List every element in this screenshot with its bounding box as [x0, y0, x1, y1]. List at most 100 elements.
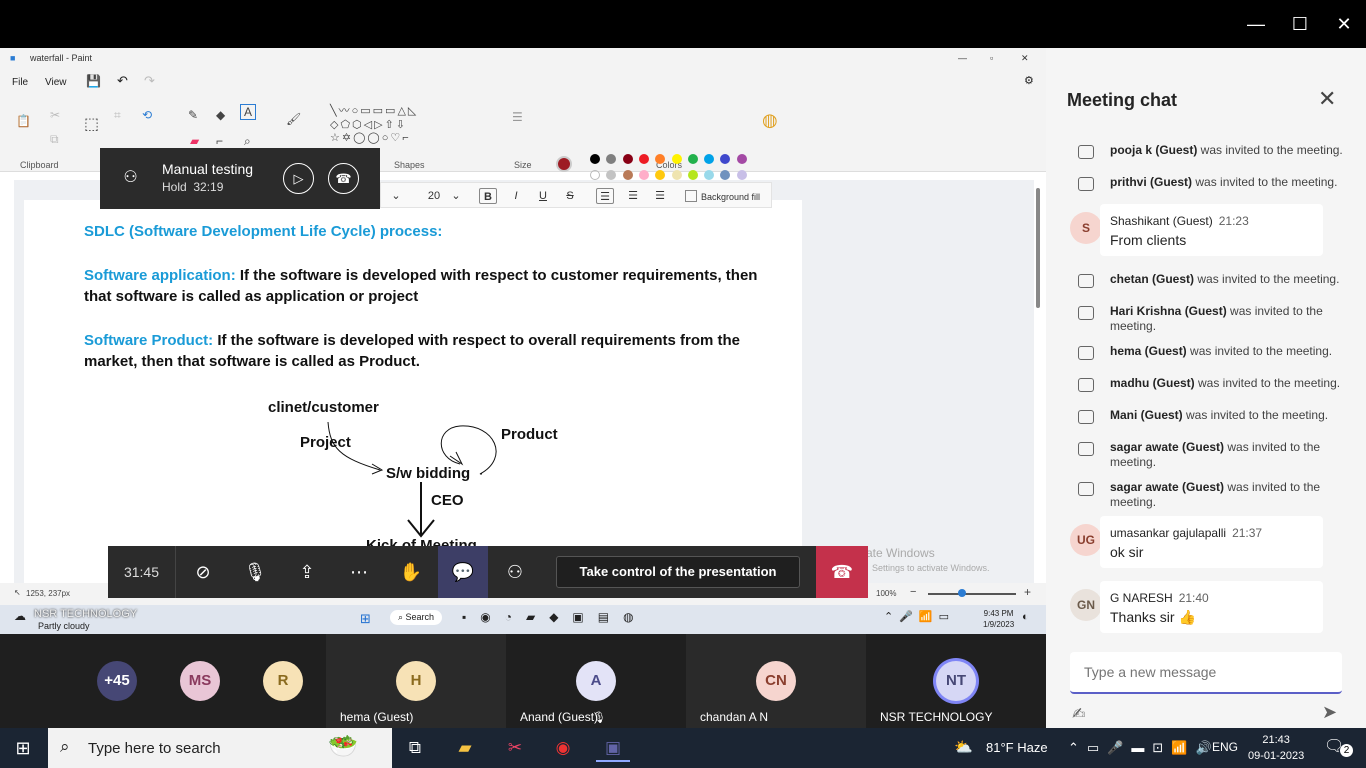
color-swatch[interactable]	[687, 154, 698, 164]
align-left-icon[interactable]: ☰	[596, 188, 614, 204]
more-options-icon[interactable]: ⋯	[334, 546, 384, 598]
primary-color-swatch[interactable]	[556, 156, 572, 172]
paste-icon[interactable]: 📋	[16, 114, 31, 128]
color-swatch[interactable]	[704, 154, 715, 164]
language-indicator[interactable]: ENG	[1212, 740, 1238, 754]
color-swatch[interactable]	[622, 170, 633, 180]
task-view-icon[interactable]: ⧉	[398, 734, 432, 762]
crop-icon[interactable]: ⌗	[114, 108, 121, 123]
align-right-icon[interactable]: ☰	[651, 188, 669, 204]
resume-icon[interactable]: ▷	[283, 163, 314, 194]
paint-close-button[interactable]: ✕	[1021, 53, 1029, 64]
zoom-slider-thumb[interactable]	[958, 589, 966, 597]
chrome-icon[interactable]: ◉	[546, 734, 580, 762]
menu-file[interactable]: File	[12, 77, 28, 88]
end-hold-call-icon[interactable]: ☎	[328, 163, 359, 194]
eraser-icon[interactable]: ▰	[190, 134, 199, 148]
mic-off-icon[interactable]: 🎙	[230, 546, 280, 598]
taskbar-clock[interactable]: 21:43 09-01-2023	[1248, 732, 1304, 764]
snipping-tool-icon[interactable]: ✂	[498, 734, 532, 762]
color-swatch[interactable]	[720, 154, 731, 164]
participant-tile[interactable]: R	[253, 634, 313, 728]
close-button[interactable]: ✕	[1329, 10, 1359, 38]
windows-start-icon[interactable]: ⊞	[6, 734, 40, 762]
remote-start-icon[interactable]: ⊞	[360, 611, 371, 627]
size-icon[interactable]: ☰	[512, 110, 523, 124]
zoom-in-icon[interactable]: +	[1024, 585, 1031, 599]
close-chat-icon[interactable]: ✕	[1318, 86, 1336, 112]
take-control-button[interactable]: Take control of the presentation	[556, 556, 800, 588]
strikethrough-button[interactable]: S	[561, 188, 579, 204]
color-swatch[interactable]	[655, 170, 666, 180]
minimize-button[interactable]: —	[1241, 10, 1271, 38]
color-swatch[interactable]	[606, 170, 617, 180]
zoom-slider[interactable]	[928, 593, 1016, 595]
remote-notification-icon[interactable]: ◐	[1022, 611, 1029, 623]
shapes-gallery-icon[interactable]: ╲〰○▭▭▭△◺ ◇⬠⬡◁▷⇧⇩ ☆✡◯◯○♡⌐	[330, 102, 418, 144]
menu-view[interactable]: View	[45, 77, 67, 88]
remote-taskbar-apps-icon[interactable]: ▪◉◔▰◆▣▤◍	[462, 610, 648, 624]
font-size-chevron-icon[interactable]: ⌄	[447, 188, 465, 204]
text-tool-icon[interactable]: A	[240, 104, 257, 120]
cut-icon[interactable]: ✂	[50, 108, 60, 122]
hang-up-button[interactable]: ☎	[816, 546, 868, 598]
select-icon[interactable]: ⬚	[84, 114, 99, 134]
maximize-button[interactable]: ☐	[1285, 10, 1315, 38]
brush-icon[interactable]: 🖌	[286, 112, 301, 126]
chat-message[interactable]: umasankar gajulapalli 21:37 ok sir	[1100, 516, 1323, 568]
save-icon[interactable]: 💾	[86, 74, 101, 88]
underline-button[interactable]: U	[534, 188, 552, 204]
chat-message[interactable]: Shashikant (Guest) 21:23 From clients	[1100, 204, 1323, 256]
remote-tray-icons[interactable]: ⌃🎤📶▭	[884, 610, 955, 623]
color-swatch[interactable]	[590, 170, 600, 180]
edit-colors-icon[interactable]: ◍	[762, 110, 778, 131]
vertical-scrollbar[interactable]	[1036, 188, 1040, 308]
tray-icons[interactable]: ⌃▭🎤▬⊡📶🔊	[1068, 740, 1220, 756]
chat-icon[interactable]: 💬	[438, 546, 488, 598]
participant-tile[interactable]: CN chandan A N	[686, 634, 866, 728]
rotate-icon[interactable]: ⟲	[142, 108, 152, 122]
magnifier-icon[interactable]: ⌕	[244, 134, 251, 149]
format-icon[interactable]: ✍	[1072, 704, 1085, 724]
color-swatch[interactable]	[590, 154, 600, 164]
taskbar-search[interactable]: ⌕ Type here to search 🥗	[48, 728, 392, 768]
undo-icon[interactable]: ↶	[117, 73, 128, 89]
teams-icon[interactable]: ▣	[596, 734, 630, 762]
participant-tile[interactable]: A Anand (Guest) 🎙	[506, 634, 686, 728]
camera-off-icon[interactable]: ⊘	[178, 546, 228, 598]
redo-icon[interactable]: ↷	[144, 73, 155, 89]
file-explorer-icon[interactable]: ▰	[448, 734, 482, 762]
color-swatch[interactable]	[671, 154, 682, 164]
align-center-icon[interactable]: ☰	[624, 188, 642, 204]
participant-tile[interactable]: NT NSR TECHNOLOGY	[866, 634, 1046, 728]
remote-search[interactable]: ⌕ Search	[390, 610, 443, 625]
message-input[interactable]	[1084, 664, 1324, 680]
font-size-select[interactable]: 20	[419, 188, 449, 204]
color-swatch[interactable]	[736, 154, 747, 164]
participant-tile[interactable]: +45	[87, 634, 147, 728]
color-swatch[interactable]	[638, 170, 649, 180]
color-swatch[interactable]	[736, 170, 747, 180]
participants-icon[interactable]: ⚇	[490, 546, 540, 598]
color-swatch[interactable]	[606, 154, 617, 164]
font-chevron-icon[interactable]: ⌄	[387, 188, 405, 204]
color-picker-icon[interactable]: ⌐	[216, 134, 223, 148]
italic-button[interactable]: I	[507, 188, 525, 204]
copy-icon[interactable]: ⧉	[50, 132, 59, 147]
color-swatch[interactable]	[622, 154, 633, 164]
participant-tile[interactable]: Hhema (Guest)	[326, 634, 506, 728]
fill-icon[interactable]: ◆	[216, 108, 225, 122]
background-fill-checkbox[interactable]	[685, 190, 697, 202]
participant-tile[interactable]: MS	[170, 634, 230, 728]
color-swatch[interactable]	[671, 170, 682, 180]
chat-message[interactable]: G NARESH 21:40 Thanks sir 👍	[1100, 581, 1323, 633]
paint-minimize-button[interactable]: —	[958, 53, 967, 63]
raise-hand-icon[interactable]: ✋	[386, 546, 436, 598]
zoom-out-icon[interactable]: −	[910, 586, 916, 598]
settings-icon[interactable]: ⚙	[1024, 74, 1034, 87]
pencil-icon[interactable]: ✎	[188, 108, 198, 122]
message-compose-box[interactable]	[1070, 652, 1342, 694]
color-swatch[interactable]	[720, 170, 731, 180]
bold-button[interactable]: B	[479, 188, 497, 204]
send-icon[interactable]: ➤	[1322, 702, 1337, 723]
